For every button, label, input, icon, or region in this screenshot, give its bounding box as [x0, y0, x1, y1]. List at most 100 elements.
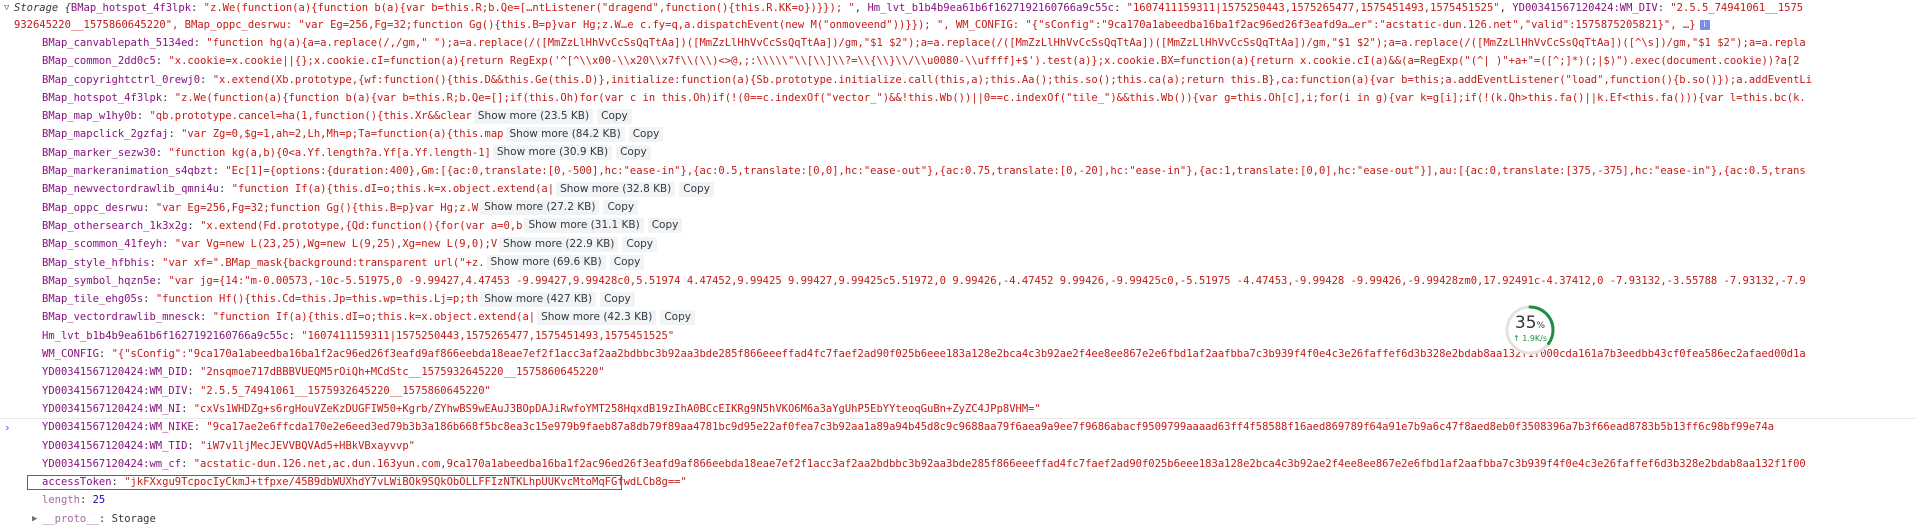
copy-button[interactable]: Copy [597, 108, 632, 124]
entry-value[interactable]: "acstatic-dun.126.net,ac.dun.163yun.com,… [194, 458, 1806, 470]
storage-entry: YD00341567120424:WM_NI: "cxVs1WHDZg+s6rg… [42, 402, 1041, 415]
entry-key: BMap_markeranimation_s4qbzt [42, 165, 213, 178]
storage-entry: BMap_common_2dd0c5: "x.cookie=x.cookie||… [42, 55, 1800, 68]
entry-value[interactable]: "2nsqmoe717dBBBVUEQM5rOiQh+MCdStc__15759… [200, 366, 605, 378]
storage-entry: YD00341567120424:WM_DID: "2nsqmoe717dBBB… [42, 366, 605, 379]
entry-value[interactable]: "var Vg=new L(23,25),Wg=new L(9,25),Xg=n… [175, 238, 497, 250]
entry-value[interactable]: "x.extend(Xb.prototype,{wf:function(){th… [213, 74, 1812, 86]
entry-value[interactable]: "iW7v1ljMecJEVVBQVAd5+HBkVBxayvvp" [200, 440, 415, 452]
entry-key: BMap_tile_ehg05s [42, 293, 144, 306]
storage-entry-access-token: accessToken: "jkFXxgu9TcpocIyCkmJ+tfpxe/… [0, 473, 1916, 491]
show-more-button[interactable]: Show more (69.6 KB) [486, 255, 606, 271]
entry-key: BMap_scommon_41feyh [42, 238, 163, 251]
entry-key: BMap_mapclick_2gzfaj [42, 128, 169, 141]
storage-entry: BMap_vectordrawlib_mnesck: "function If(… [0, 308, 1916, 326]
storage-entry: YD00341567120424:WM_NIKE: "9ca17ae2e6ffc… [42, 421, 1775, 434]
show-more-button[interactable]: Show more (23.5 KB) [473, 108, 594, 124]
proto-row[interactable]: ▶ __proto__: Storage [0, 510, 1916, 528]
entry-key: BMap_hotspot_4f3lpk [42, 91, 163, 104]
storage-entry: BMap_map_w1hy0b: "qb.prototype.cancel=ha… [0, 107, 1916, 125]
entry-key: YD00341567120424:WM_DIV [42, 384, 188, 397]
copy-button[interactable]: Copy [603, 200, 639, 216]
storage-entry: BMap_style_hfbhis: "var xf=".BMap_mask{b… [0, 254, 1916, 272]
copy-button[interactable]: Copy [622, 236, 658, 252]
entry-key: YD00341567120424:WM_DID [42, 366, 188, 379]
storage-entry: BMap_hotspot_4f3lpk: "z.We(function(a){f… [42, 91, 1806, 104]
entry-value[interactable]: "function Hf(){this.Cd=this.Jp=this.wp=t… [156, 293, 478, 305]
storage-summary-line[interactable]: ▽ Storage {BMap_hotspot_4f3lpk: "z.We(fu… [0, 0, 1916, 17]
entry-value[interactable]: "function If(a){this.dI=o;this.k=x.objec… [213, 311, 535, 323]
entry-value[interactable]: "var jg={14:"m-0.00573,-10c-5.51975,0 -9… [168, 275, 1805, 287]
collapse-triangle-icon[interactable]: ▽ [4, 0, 9, 17]
entry-value[interactable]: "var xf=".BMap_mask{background:transpare… [162, 257, 484, 269]
copy-button[interactable]: Copy [609, 255, 645, 271]
entry-value[interactable]: "var Zg=0,$g=1,ah=2,Lh,Mh=p;Ta=function(… [181, 128, 503, 140]
copy-button[interactable]: Copy [647, 218, 683, 234]
entry-key: BMap_copyrightctrl_0rewj0 [42, 73, 201, 86]
entry-value[interactable]: "x.extend(Fd.prototype,{Qd:function(){fo… [200, 220, 522, 232]
storage-entry: BMap_scommon_41feyh: "var Vg=new L(23,25… [0, 235, 1916, 253]
storage-entry: YD00341567120424:wm_cf: "acstatic-dun.12… [42, 457, 1806, 470]
entry-key: BMap_marker_sezw30 [42, 146, 156, 159]
storage-entry: BMap_copyrightctrl_0rewj0: "x.extend(Xb.… [42, 73, 1813, 86]
show-more-button[interactable]: Show more (22.9 KB) [499, 236, 619, 252]
storage-entry: BMap_newvectordrawlib_qmni4u: "function … [0, 180, 1916, 198]
entry-key: BMap_oppc_desrwu [42, 201, 144, 214]
entry-key: Hm_lvt_b1b4b9ea61b6f1627192160766a9c55c [42, 329, 289, 342]
entry-value[interactable]: "z.We(function(a){function b(a){var b=th… [175, 92, 1806, 104]
console-divider [0, 418, 1916, 419]
entry-key: BMap_newvectordrawlib_qmni4u [42, 183, 220, 196]
storage-entry: BMap_canvablepath_5134ed: "function hg(a… [42, 37, 1806, 49]
storage-entry: YD00341567120424:WM_TID: "iW7v1ljMecJEVV… [42, 439, 415, 452]
show-more-button[interactable]: Show more (27.2 KB) [480, 200, 600, 216]
storage-entry: WM_CONFIG: "{"sConfig":"9ca170a1abeedba1… [42, 348, 1806, 361]
entry-value[interactable]: "var Eg=256,Fg=32;function Gg(){this.B=p… [156, 202, 478, 214]
storage-entry: BMap_marker_sezw30: "function kg(a,b){0<… [0, 144, 1916, 162]
length-row: length: 25 [42, 494, 106, 507]
copy-button[interactable]: Copy [660, 309, 695, 325]
entry-value[interactable]: "1607411159311|1575250443,1575265477,157… [301, 330, 674, 342]
entry-key: BMap_othersearch_1k3x2g [42, 219, 188, 232]
storage-entry: YD00341567120424:WM_DIV: "2.5.5_74941061… [42, 384, 491, 397]
network-meter-widget[interactable]: 35% ↑ 1.9K/s [1504, 304, 1556, 356]
storage-summary-line-2: 932645220__1575860645220", BMap_oppc_des… [0, 17, 1916, 34]
show-more-button[interactable]: Show more (84.2 KB) [505, 126, 625, 142]
show-more-button[interactable]: Show more (42.3 KB) [537, 309, 657, 325]
entry-key: YD00341567120424:WM_NI [42, 402, 182, 415]
copy-button[interactable]: Copy [628, 126, 664, 142]
storage-entry: BMap_markeranimation_s4qbzt: "Ec[1]={opt… [42, 165, 1806, 178]
copy-button[interactable]: Copy [616, 145, 651, 161]
storage-entry: BMap_symbol_hqzn5e: "var jg={14:"m-0.005… [42, 274, 1806, 287]
storage-prefix: Storage { [14, 2, 71, 14]
copy-button[interactable]: Copy [679, 181, 714, 197]
entry-value[interactable]: "function hg(a){a=a.replace(/,/gm," ");a… [206, 37, 1805, 49]
entry-key: YD00341567120424:WM_NIKE [42, 421, 194, 434]
storage-entry: BMap_othersearch_1k3x2g: "x.extend(Fd.pr… [0, 217, 1916, 235]
storage-entry: Hm_lvt_b1b4b9ea61b6f1627192160766a9c55c:… [42, 329, 675, 342]
console-prompt-icon[interactable]: › [4, 421, 11, 434]
entry-value[interactable]: "function If(a){this.dI=o;this.k=x.objec… [232, 183, 554, 195]
entry-value[interactable]: "cxVs1WHDZg+s6rgHouVZeKzDUGFIW50+Kgrb/ZY… [194, 403, 1041, 415]
storage-entries: BMap_canvablepath_5134ed: "function hg(a… [0, 34, 1916, 491]
entry-value[interactable]: "qb.prototype.cancel=ha(1,function(){thi… [149, 110, 471, 122]
highlight-box [27, 475, 622, 491]
storage-entry: BMap_oppc_desrwu: "var Eg=256,Fg=32;func… [0, 199, 1916, 217]
show-more-button[interactable]: Show more (31.1 KB) [524, 218, 644, 234]
entry-key: BMap_common_2dd0c5 [42, 55, 156, 68]
expand-triangle-icon[interactable]: ▶ [32, 510, 37, 528]
copy-button[interactable]: Copy [600, 291, 635, 307]
show-more-button[interactable]: Show more (427 KB) [480, 291, 597, 307]
entry-value[interactable]: "x.cookie=x.cookie||{};x.cookie.cI=funct… [168, 55, 1799, 67]
entry-value[interactable]: "9ca17ae2e6ffcda170e2e6eed3ed79b3b3a186b… [206, 421, 1774, 433]
entry-value[interactable]: "Ec[1]={options:{duration:400},Gm:[{ac:0… [225, 165, 1805, 177]
entry-value[interactable]: "function kg(a,b){0<a.Yf.length?a.Yf[a.Y… [168, 147, 490, 159]
info-icon[interactable]: i [1699, 20, 1710, 30]
show-more-button[interactable]: Show more (32.8 KB) [556, 181, 676, 197]
console-output: ▽ Storage { BMap_hotspot_4f3lpk: "z.We(fu… [0, 0, 1916, 528]
show-more-button[interactable]: Show more (30.9 KB) [492, 145, 613, 161]
meter-speed: ↑ 1.9K/s [1512, 334, 1548, 343]
entry-value[interactable]: "2.5.5_74941061__1575932645220__15758606… [200, 385, 491, 397]
entry-key: BMap_symbol_hqzn5e [42, 274, 156, 287]
entry-key: BMap_canvablepath_5134ed [42, 37, 194, 49]
entry-key: BMap_vectordrawlib_mnesck [42, 311, 201, 324]
